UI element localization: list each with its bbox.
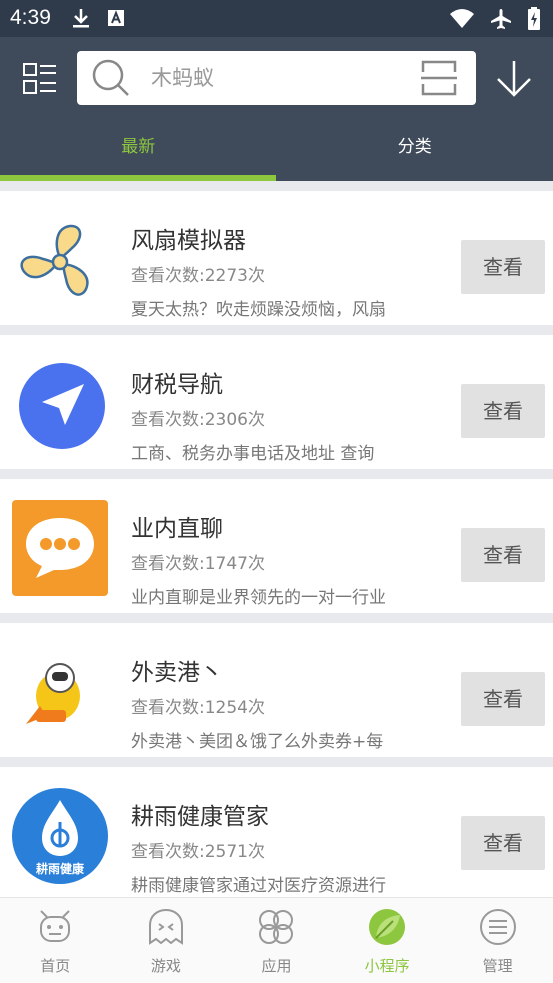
view-button[interactable]: 查看 <box>461 672 545 726</box>
water-drop-icon-text: 耕雨健康 <box>35 862 84 876</box>
fan-icon <box>20 224 89 296</box>
item-title: 风扇模拟器 <box>131 228 246 254</box>
download-button[interactable] <box>492 57 536 101</box>
airplane-icon <box>491 9 511 29</box>
list-menu-icon <box>23 63 56 94</box>
robot-home-icon <box>40 910 71 942</box>
clover-apps-icon <box>259 910 294 944</box>
list-item[interactable]: 财税导航 查看次数:2306次 工商、税务办事电话及地址 查询 查看 <box>0 335 553 469</box>
nav-games[interactable]: 游戏 <box>111 898 222 983</box>
nav-apps-label: 应用 <box>261 957 292 975</box>
view-button[interactable]: 查看 <box>461 240 545 294</box>
app-header: 最新 分类 <box>0 37 553 181</box>
view-button[interactable]: 查看 <box>461 816 545 870</box>
item-title: 财税导航 <box>131 372 223 398</box>
leaf-miniapp-icon <box>369 909 406 945</box>
nav-games-label: 游戏 <box>150 957 181 975</box>
list-item[interactable]: 风扇模拟器 查看次数:2273次 夏天太热？吹走烦躁没烦恼，风扇 查看 <box>0 191 553 325</box>
tab-indicator <box>0 175 276 181</box>
list-item[interactable]: 耕雨健康 耕雨健康管家 查看次数:2571次 耕雨健康管家通过对医疗资源进行 查… <box>0 767 553 901</box>
search-box[interactable] <box>77 51 476 105</box>
nav-miniapps[interactable]: 小程序 <box>332 898 443 983</box>
nav-manage-label: 管理 <box>482 957 513 975</box>
nav-apps[interactable]: 应用 <box>221 898 332 983</box>
download-icon <box>73 9 89 28</box>
item-description: 外卖港丶美团＆饿了么外卖券+每 <box>131 732 384 752</box>
ghost-game-icon <box>148 908 183 945</box>
list-item[interactable]: 外卖港丶 查看次数:1254次 外卖港丶美团＆饿了么外卖券+每 查看 <box>0 623 553 757</box>
list-item[interactable]: 业内直聊 查看次数:1747次 业内直聊是业界领先的一对一行业 查看 <box>0 479 553 613</box>
search-input[interactable] <box>151 61 401 95</box>
nav-miniapps-label: 小程序 <box>364 957 410 975</box>
wifi-icon <box>450 9 474 28</box>
item-views: 查看次数:2273次 <box>131 266 265 286</box>
navigation-arrow-icon <box>19 363 105 449</box>
chat-bubble-icon <box>12 500 108 596</box>
nav-home-label: 首页 <box>40 957 71 975</box>
item-views: 查看次数:1747次 <box>131 554 265 574</box>
menu-circle-icon <box>479 909 516 945</box>
status-left-icons <box>70 7 126 29</box>
item-title: 耕雨健康管家 <box>131 804 269 830</box>
arrow-down-icon <box>497 61 531 97</box>
status-time: 4:39 <box>10 6 51 29</box>
item-views: 查看次数:1254次 <box>131 698 265 718</box>
item-views: 查看次数:2571次 <box>131 842 265 862</box>
view-button[interactable]: 查看 <box>461 528 545 582</box>
search-icon[interactable] <box>91 58 131 98</box>
menu-button[interactable] <box>22 61 58 97</box>
item-description: 工商、税务办事电话及地址 查询 <box>131 444 375 464</box>
item-title: 外卖港丶 <box>131 660 223 686</box>
nav-manage[interactable]: 管理 <box>442 898 553 983</box>
bottom-nav: 首页 游戏 应用 小程序 管理 <box>0 897 553 983</box>
water-drop-icon: 耕雨健康 <box>12 788 108 884</box>
item-views: 查看次数:2306次 <box>131 410 265 430</box>
scan-icon[interactable] <box>419 58 459 98</box>
battery-charging-icon <box>528 7 540 30</box>
status-bar: 4:39 <box>0 0 553 37</box>
nav-home[interactable]: 首页 <box>0 898 111 983</box>
item-description: 夏天太热？吹走烦躁没烦恼，风扇 <box>131 300 386 320</box>
item-description: 业内直聊是业界领先的一对一行业 <box>131 588 386 608</box>
tab-category[interactable]: 分类 <box>277 125 553 181</box>
tab-bar: 最新 分类 <box>0 125 553 181</box>
view-button[interactable]: 查看 <box>461 384 545 438</box>
status-right-icons <box>449 7 541 31</box>
item-description: 耕雨健康管家通过对医疗资源进行 <box>131 876 386 896</box>
item-title: 业内直聊 <box>131 516 223 542</box>
font-a-icon <box>108 10 124 26</box>
astronaut-rocket-icon <box>26 663 80 724</box>
tab-latest[interactable]: 最新 <box>0 125 277 181</box>
